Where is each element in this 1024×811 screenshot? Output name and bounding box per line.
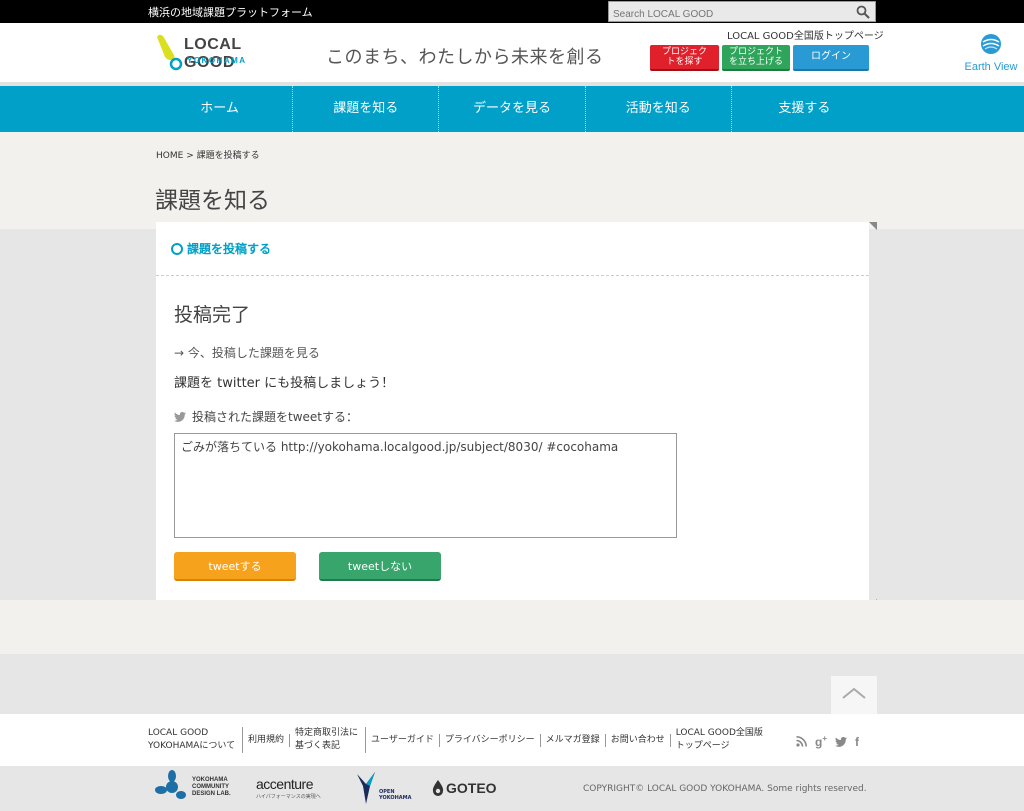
earth-view-link[interactable]: Earth View	[958, 33, 1024, 78]
open-yokohama-logo-text: OPEN YOKOHAMA	[379, 789, 412, 801]
goteo-logo-text: GOTEO	[446, 780, 497, 796]
footer-links: LOCAL GOOD YOKOHAMAについて 利用規約 特定商取引法に基づく表…	[143, 726, 771, 754]
view-posted-issue-link[interactable]: → 今、投稿した課題を見る	[174, 344, 320, 361]
national-top-link[interactable]: LOCAL GOOD全国版トップページ	[727, 27, 884, 42]
yokohama-cdl-logo[interactable]: YOKOHAMA COMMUNITY DESIGN LAB.	[155, 770, 240, 804]
login-button[interactable]: ログイン	[793, 45, 869, 71]
search-input[interactable]	[609, 5, 849, 24]
search-icon[interactable]	[856, 5, 870, 19]
google-plus-icon[interactable]: g+	[815, 734, 827, 749]
top-bar: 横浜の地域課題プラットフォーム	[0, 0, 1024, 24]
footer-link-contact[interactable]: お問い合わせ	[606, 733, 671, 747]
cdl-logo-icon	[155, 770, 186, 799]
card-corner-top	[869, 222, 877, 230]
footer-link-terms[interactable]: 利用規約	[243, 733, 291, 747]
nav-item-home[interactable]: ホーム	[147, 86, 294, 132]
accenture-tagline: ハイパフォーマンスの実現へ	[256, 794, 321, 800]
twitter-prompt: 課題を twitter にも投稿しましょう！	[174, 376, 395, 391]
accenture-logo[interactable]: accenture ハイパフォーマンスの実現へ	[256, 776, 321, 800]
page-title: 課題を知る	[155, 188, 270, 214]
chevron-up-icon	[842, 687, 866, 699]
logo-mark-icon	[157, 34, 183, 71]
open-yokohama-logo-icon	[357, 772, 375, 804]
lower-band	[0, 600, 1024, 654]
open-yokohama-line-2: YOKOHAMA	[379, 795, 412, 801]
section-heading-label: 課題を投稿する	[187, 242, 272, 256]
social-links: g+ f	[796, 734, 859, 749]
footer-link-privacy[interactable]: プライバシーポリシー	[440, 733, 541, 747]
section-heading: 課題を投稿する	[171, 240, 271, 257]
twitter-footer-icon[interactable]	[835, 736, 848, 747]
cdl-logo-text: YOKOHAMA COMMUNITY DESIGN LAB.	[192, 776, 231, 797]
twitter-icon	[174, 411, 186, 422]
nav-item-activities[interactable]: 活動を知る	[586, 86, 732, 132]
circle-icon	[171, 242, 183, 255]
breadcrumb-home[interactable]: HOME	[156, 151, 183, 161]
goteo-logo[interactable]: GOTEO	[432, 780, 497, 796]
site-slogan: このまち、わたしから未来を創る	[326, 47, 604, 68]
completion-heading: 投稿完了	[174, 304, 251, 326]
earth-view-label: Earth View	[964, 61, 1018, 73]
logo-subtitle: YOKOHAMA	[187, 56, 247, 65]
footer-partners: YOKOHAMA COMMUNITY DESIGN LAB. accenture…	[0, 766, 1024, 811]
accenture-logo-text: accenture	[256, 776, 313, 792]
site-header: LOCAL GOOD YOKOHAMA このまち、わたしから未来を創る LOCA…	[0, 23, 1024, 86]
footer-link-commerce[interactable]: 特定商取引法に基づく表記	[290, 727, 367, 753]
back-to-top-button[interactable]	[831, 676, 877, 714]
footer-link-national[interactable]: LOCAL GOOD全国版トップページ	[671, 727, 771, 753]
open-yokohama-logo[interactable]: OPEN YOKOHAMA	[355, 770, 412, 806]
breadcrumb-separator: >	[186, 151, 197, 161]
login-label: ログイン	[811, 51, 851, 62]
footer-link-guide[interactable]: ユーザーガイド	[366, 733, 440, 747]
facebook-icon[interactable]: f	[855, 735, 859, 749]
tweet-button[interactable]: tweetする	[174, 552, 296, 581]
divider	[156, 275, 869, 276]
find-project-button[interactable]: プロジェクトを探す	[650, 45, 719, 71]
globe-icon	[981, 34, 1001, 54]
breadcrumb-current: 課題を投稿する	[196, 151, 260, 161]
rss-icon[interactable]	[796, 736, 807, 747]
site-tagline: 横浜の地域課題プラットフォーム	[148, 6, 313, 19]
site-logo[interactable]: LOCAL GOOD YOKOHAMA	[154, 33, 279, 71]
no-tweet-button[interactable]: tweetしない	[319, 552, 441, 581]
tweet-label-text: 投稿された課題をtweetする：	[192, 410, 358, 424]
nav-item-issues[interactable]: 課題を知る	[293, 86, 440, 132]
footer-link-newsletter[interactable]: メルマガ登録	[541, 733, 606, 747]
content-card: 課題を投稿する 投稿完了 → 今、投稿した課題を見る 課題を twitter に…	[156, 222, 869, 608]
find-project-label: プロジェクトを探す	[661, 47, 707, 67]
nav-item-support[interactable]: 支援する	[732, 86, 877, 132]
footer-link-about[interactable]: LOCAL GOOD YOKOHAMAについて	[143, 727, 243, 753]
main-nav: ホーム 課題を知る データを見る 活動を知る 支援する	[0, 86, 1024, 132]
breadcrumb: HOME > 課題を投稿する	[156, 148, 260, 161]
tweet-textarea[interactable]: ごみが落ちている http://yokohama.localgood.jp/su…	[174, 433, 677, 538]
start-project-button[interactable]: プロジェクトを立ち上げる	[722, 45, 790, 71]
goteo-drop-icon	[432, 780, 444, 796]
tweet-label: 投稿された課題をtweetする：	[174, 408, 358, 425]
copyright: COPYRIGHT© LOCAL GOOD YOKOHAMA. Some rig…	[583, 784, 867, 794]
nav-item-data[interactable]: データを見る	[439, 86, 586, 132]
title-band	[0, 132, 1024, 229]
start-project-label: プロジェクトを立ち上げる	[728, 47, 783, 67]
logo-title: LOCAL GOOD	[184, 36, 242, 71]
footer: LOCAL GOOD YOKOHAMAについて 利用規約 特定商取引法に基づく表…	[0, 714, 1024, 766]
search-box	[608, 1, 876, 24]
